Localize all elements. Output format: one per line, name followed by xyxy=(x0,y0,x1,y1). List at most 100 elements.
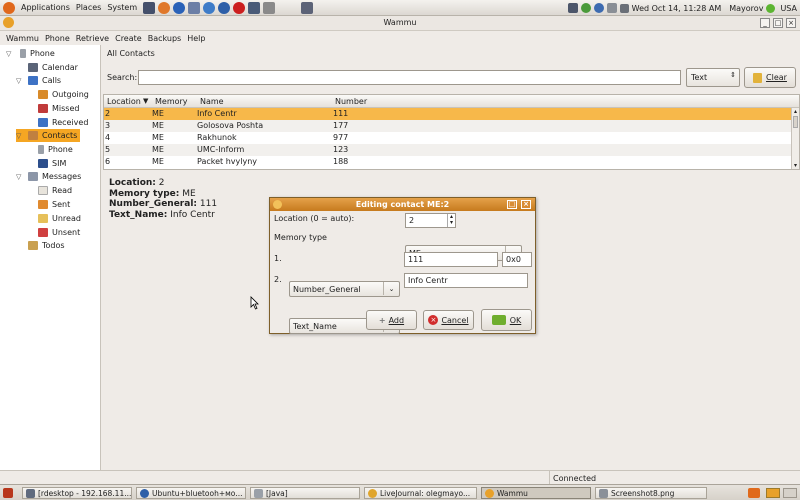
tree-item-unread[interactable]: Unread xyxy=(38,212,81,225)
firefox-launcher-icon[interactable] xyxy=(158,1,171,14)
network-tray-icon[interactable] xyxy=(580,3,591,13)
contacts-icon xyxy=(28,131,38,140)
ok-button[interactable]: OK xyxy=(481,309,532,331)
tree-item-missed[interactable]: Missed xyxy=(38,102,79,115)
search-input[interactable] xyxy=(138,70,681,85)
col-name[interactable]: Name xyxy=(200,97,224,106)
task-screenshot[interactable]: Screenshot8.png xyxy=(595,487,707,499)
tree-item-messages[interactable]: ▽ Messages xyxy=(16,170,81,183)
tree-item-todos[interactable]: Todos xyxy=(28,239,65,252)
spin-buttons-icon[interactable]: ▴ ▾ xyxy=(447,214,455,227)
window-titlebar[interactable]: Wammu _ □ × xyxy=(0,16,800,31)
opera-launcher-icon[interactable] xyxy=(233,1,246,14)
expander-icon[interactable]: ▽ xyxy=(16,173,21,181)
task-firefox[interactable]: Ubuntu+bluetooh+мо... xyxy=(136,487,246,499)
table-row[interactable]: 6 ME Packet hvylyny 188 xyxy=(104,156,792,168)
tree-item-sim[interactable]: SIM xyxy=(38,157,66,170)
pidgin-launcher-icon[interactable] xyxy=(203,1,216,14)
task-java[interactable]: [Java] xyxy=(250,487,360,499)
cell-number: 111 xyxy=(333,109,349,118)
monitor-tray-icon[interactable] xyxy=(567,3,578,13)
dialog-titlebar[interactable]: Editing contact ME:2 □ × xyxy=(270,198,535,211)
scroll-thumb[interactable] xyxy=(793,116,798,128)
close-window-button[interactable]: × xyxy=(786,18,796,28)
user-name[interactable]: Mayorov xyxy=(729,4,763,13)
locale[interactable]: USA xyxy=(780,4,797,13)
minimize-button[interactable]: _ xyxy=(760,18,770,28)
dialog-close-button[interactable]: × xyxy=(521,200,531,209)
table-header: Location ▼ Memory Name Number xyxy=(104,95,799,108)
network-manager-tray-icon[interactable] xyxy=(606,3,617,13)
globe-launcher-icon[interactable] xyxy=(173,1,186,14)
menu-help[interactable]: Help xyxy=(187,34,205,43)
field-value-input-2[interactable]: Info Centr xyxy=(404,273,528,288)
dialog-maximize-button[interactable]: □ xyxy=(507,200,517,209)
field-value-input-1[interactable]: 111 xyxy=(404,252,498,267)
field-type-select-1[interactable]: Number_General ⌄ xyxy=(289,281,400,297)
tree-label: Phone xyxy=(48,145,73,154)
livejournal-icon xyxy=(368,488,377,498)
tree-item-read[interactable]: Read xyxy=(38,184,72,197)
workspace-switcher-icon[interactable] xyxy=(748,488,760,498)
pointer-launcher-icon[interactable] xyxy=(188,1,201,14)
menu-retrieve[interactable]: Retrieve xyxy=(76,34,109,43)
applications-menu[interactable]: Applications xyxy=(21,3,70,12)
scroll-up-icon[interactable]: ▴ xyxy=(792,108,799,115)
show-desktop-icon[interactable] xyxy=(3,488,13,498)
tree-label: Contacts xyxy=(42,131,78,140)
tree-item-calls[interactable]: ▽ Calls xyxy=(16,74,61,87)
col-number[interactable]: Number xyxy=(335,97,367,106)
places-menu[interactable]: Places xyxy=(76,3,101,12)
cancel-button[interactable]: × Cancel xyxy=(423,310,474,330)
phone-icon xyxy=(20,49,26,58)
tree-item-contacts-phone[interactable]: Phone xyxy=(38,143,73,156)
tree-item-phone[interactable]: ▽ Phone xyxy=(6,47,55,60)
detail-label: Location: xyxy=(109,178,156,188)
task-label: LiveJournal: olegmayo... xyxy=(380,488,471,498)
col-location[interactable]: Location xyxy=(107,97,141,106)
bag-launcher-icon[interactable] xyxy=(301,1,314,14)
search-type-select[interactable]: Text ⇕ xyxy=(686,68,740,87)
bluetooth-tray-icon[interactable] xyxy=(593,3,604,13)
volume-icon[interactable] xyxy=(619,3,629,13)
col-memory[interactable]: Memory xyxy=(155,97,188,106)
expander-icon[interactable]: ▽ xyxy=(6,50,11,58)
cell-location: 2 xyxy=(105,109,111,118)
menu-create[interactable]: Create xyxy=(115,34,142,43)
tree-item-unsent[interactable]: Unsent xyxy=(38,226,80,239)
menu-phone[interactable]: Phone xyxy=(45,34,70,43)
table-scrollbar[interactable]: ▴ ▾ xyxy=(791,108,799,169)
wammu-launcher-icon[interactable] xyxy=(263,1,276,14)
table-row[interactable]: 5 ME UMC-Inform 123 xyxy=(104,144,792,156)
table-row[interactable]: 4 ME Rakhunok 977 xyxy=(104,132,792,144)
detail-value: ME xyxy=(182,188,196,199)
field-extra-input-1[interactable]: 0x0 xyxy=(502,252,532,267)
screen-launcher-icon[interactable] xyxy=(248,1,261,14)
task-livejournal[interactable]: LiveJournal: olegmayo... xyxy=(364,487,477,499)
clear-button[interactable]: Clear xyxy=(744,67,796,88)
tree-item-sent[interactable]: Sent xyxy=(38,198,70,211)
task-wammu[interactable]: Wammu xyxy=(481,487,591,499)
add-button[interactable]: + Add xyxy=(366,310,417,330)
menu-backups[interactable]: Backups xyxy=(148,34,182,43)
scroll-down-icon[interactable]: ▾ xyxy=(792,162,799,169)
workspace-2[interactable] xyxy=(783,488,797,498)
expander-icon[interactable]: ▽ xyxy=(16,77,21,85)
workspace-1[interactable] xyxy=(766,488,780,498)
menu-wammu[interactable]: Wammu xyxy=(6,34,39,43)
help-launcher-icon[interactable] xyxy=(218,1,231,14)
tree-item-contacts[interactable]: ▽ Contacts xyxy=(16,129,81,142)
expander-icon[interactable]: ▽ xyxy=(16,132,21,140)
location-spinner[interactable]: 2 ▴ ▾ xyxy=(405,213,456,228)
terminal-launcher-icon[interactable] xyxy=(143,1,156,14)
maximize-button[interactable]: □ xyxy=(773,18,783,28)
tree-item-received[interactable]: Received xyxy=(38,116,88,129)
system-menu[interactable]: System xyxy=(107,3,137,12)
task-rdesktop[interactable]: [rdesktop - 192.168.11... xyxy=(22,487,132,499)
table-row[interactable]: 2 ME Info Centr 111 xyxy=(104,108,792,120)
clock[interactable]: Wed Oct 14, 11:28 AM xyxy=(632,4,722,13)
ubuntu-logo-icon[interactable] xyxy=(3,1,15,14)
table-row[interactable]: 3 ME Golosova Poshta 177 xyxy=(104,120,792,132)
tree-item-outgoing[interactable]: Outgoing xyxy=(38,88,89,101)
tree-item-calendar[interactable]: Calendar xyxy=(28,61,78,74)
